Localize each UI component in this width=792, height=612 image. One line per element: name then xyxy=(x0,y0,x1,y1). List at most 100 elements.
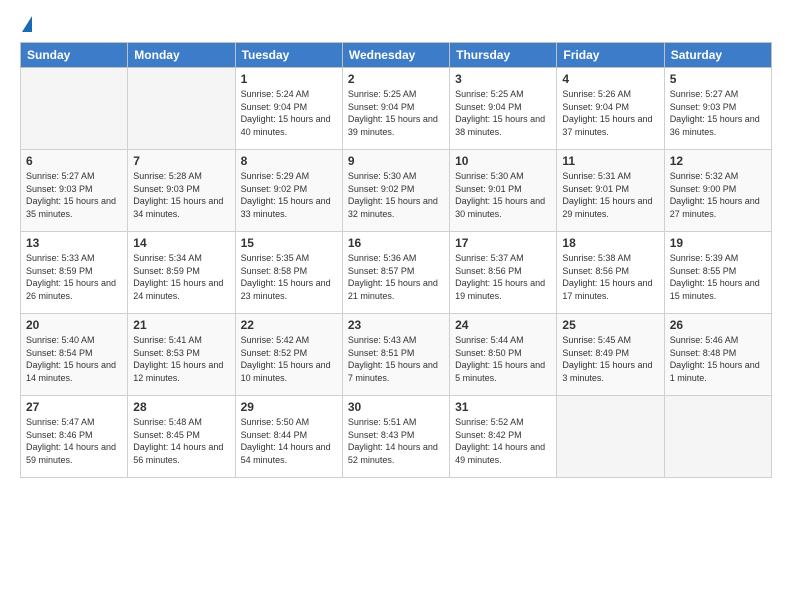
calendar-cell: 12Sunrise: 5:32 AMSunset: 9:00 PMDayligh… xyxy=(664,150,771,232)
day-number: 29 xyxy=(241,400,337,414)
page: SundayMondayTuesdayWednesdayThursdayFrid… xyxy=(0,0,792,612)
day-number: 20 xyxy=(26,318,122,332)
day-info: Sunrise: 5:25 AMSunset: 9:04 PMDaylight:… xyxy=(348,88,444,138)
day-info: Sunrise: 5:39 AMSunset: 8:55 PMDaylight:… xyxy=(670,252,766,302)
day-number: 27 xyxy=(26,400,122,414)
day-number: 31 xyxy=(455,400,551,414)
day-number: 14 xyxy=(133,236,229,250)
calendar-cell: 31 Sunrise: 5:52 AMSunset: 8:42 PMDayligh… xyxy=(450,396,557,478)
day-number: 6 xyxy=(26,154,122,168)
day-number: 24 xyxy=(455,318,551,332)
day-number: 22 xyxy=(241,318,337,332)
calendar-cell: 30 Sunrise: 5:51 AMSunset: 8:43 PMDayligh… xyxy=(342,396,449,478)
calendar-cell: 25 Sunrise: 5:45 AMSunset: 8:49 PMDayligh… xyxy=(557,314,664,396)
calendar-cell xyxy=(128,68,235,150)
calendar-cell: 8 Sunrise: 5:29 AMSunset: 9:02 PMDaylight… xyxy=(235,150,342,232)
column-header-wednesday: Wednesday xyxy=(342,43,449,68)
day-info: Sunrise: 5:43 AMSunset: 8:51 PMDaylight:… xyxy=(348,334,444,384)
calendar-cell: 9Sunrise: 5:30 AMSunset: 9:02 PMDaylight… xyxy=(342,150,449,232)
calendar-cell: 11 Sunrise: 5:31 AMSunset: 9:01 PMDayligh… xyxy=(557,150,664,232)
day-number: 3 xyxy=(455,72,551,86)
calendar-cell xyxy=(557,396,664,478)
calendar-cell: 4 Sunrise: 5:26 AMSunset: 9:04 PMDaylight… xyxy=(557,68,664,150)
calendar-cell: 7 Sunrise: 5:28 AMSunset: 9:03 PMDaylight… xyxy=(128,150,235,232)
calendar-cell: 2 Sunrise: 5:25 AMSunset: 9:04 PMDaylight… xyxy=(342,68,449,150)
calendar-cell: 15Sunrise: 5:35 AMSunset: 8:58 PMDayligh… xyxy=(235,232,342,314)
calendar-cell: 18 Sunrise: 5:38 AMSunset: 8:56 PMDayligh… xyxy=(557,232,664,314)
day-number: 1 xyxy=(241,72,337,86)
day-number: 13 xyxy=(26,236,122,250)
day-info: Sunrise: 5:27 AMSunset: 9:03 PMDaylight:… xyxy=(670,88,766,138)
calendar-cell: 16 Sunrise: 5:36 AMSunset: 8:57 PMDayligh… xyxy=(342,232,449,314)
calendar-cell: 22 Sunrise: 5:42 AMSunset: 8:52 PMDayligh… xyxy=(235,314,342,396)
day-info: Sunrise: 5:50 AMSunset: 8:44 PMDaylight:… xyxy=(241,416,337,466)
day-info: Sunrise: 5:42 AMSunset: 8:52 PMDaylight:… xyxy=(241,334,337,384)
day-info: Sunrise: 5:48 AMSunset: 8:45 PMDaylight:… xyxy=(133,416,229,466)
day-number: 19 xyxy=(670,236,766,250)
day-number: 26 xyxy=(670,318,766,332)
day-info: Sunrise: 5:25 AMSunset: 9:04 PMDaylight:… xyxy=(455,88,551,138)
day-info: Sunrise: 5:45 AMSunset: 8:49 PMDaylight:… xyxy=(562,334,658,384)
day-number: 15 xyxy=(241,236,337,250)
header xyxy=(20,16,772,34)
day-info: Sunrise: 5:37 AMSunset: 8:56 PMDaylight:… xyxy=(455,252,551,302)
day-info: Sunrise: 5:41 AMSunset: 8:53 PMDaylight:… xyxy=(133,334,229,384)
day-info: Sunrise: 5:30 AMSunset: 9:01 PMDaylight:… xyxy=(455,170,551,220)
day-number: 4 xyxy=(562,72,658,86)
day-info: Sunrise: 5:30 AMSunset: 9:02 PMDaylight:… xyxy=(348,170,444,220)
calendar-table: SundayMondayTuesdayWednesdayThursdayFrid… xyxy=(20,42,772,478)
calendar-cell: 6 Sunrise: 5:27 AMSunset: 9:03 PMDaylight… xyxy=(21,150,128,232)
calendar-cell: 17 Sunrise: 5:37 AMSunset: 8:56 PMDayligh… xyxy=(450,232,557,314)
day-number: 8 xyxy=(241,154,337,168)
calendar-cell: 14Sunrise: 5:34 AMSunset: 8:59 PMDayligh… xyxy=(128,232,235,314)
day-number: 18 xyxy=(562,236,658,250)
day-number: 21 xyxy=(133,318,229,332)
logo-triangle-icon xyxy=(22,16,32,32)
day-number: 16 xyxy=(348,236,444,250)
column-header-friday: Friday xyxy=(557,43,664,68)
calendar-cell: 19 Sunrise: 5:39 AMSunset: 8:55 PMDayligh… xyxy=(664,232,771,314)
day-number: 30 xyxy=(348,400,444,414)
day-number: 12 xyxy=(670,154,766,168)
logo xyxy=(20,16,32,34)
calendar-week-5: 27Sunrise: 5:47 AMSunset: 8:46 PMDayligh… xyxy=(21,396,772,478)
day-info: Sunrise: 5:52 AMSunset: 8:42 PMDaylight:… xyxy=(455,416,551,466)
day-info: Sunrise: 5:38 AMSunset: 8:56 PMDaylight:… xyxy=(562,252,658,302)
calendar-cell: 3 Sunrise: 5:25 AMSunset: 9:04 PMDaylight… xyxy=(450,68,557,150)
day-info: Sunrise: 5:40 AMSunset: 8:54 PMDaylight:… xyxy=(26,334,122,384)
day-info: Sunrise: 5:51 AMSunset: 8:43 PMDaylight:… xyxy=(348,416,444,466)
day-number: 7 xyxy=(133,154,229,168)
calendar-week-2: 6 Sunrise: 5:27 AMSunset: 9:03 PMDaylight… xyxy=(21,150,772,232)
calendar-cell: 23 Sunrise: 5:43 AMSunset: 8:51 PMDayligh… xyxy=(342,314,449,396)
calendar-week-4: 20 Sunrise: 5:40 AMSunset: 8:54 PMDayligh… xyxy=(21,314,772,396)
calendar-header-row: SundayMondayTuesdayWednesdayThursdayFrid… xyxy=(21,43,772,68)
day-info: Sunrise: 5:29 AMSunset: 9:02 PMDaylight:… xyxy=(241,170,337,220)
calendar-cell: 20 Sunrise: 5:40 AMSunset: 8:54 PMDayligh… xyxy=(21,314,128,396)
calendar-week-3: 13 Sunrise: 5:33 AMSunset: 8:59 PMDayligh… xyxy=(21,232,772,314)
day-info: Sunrise: 5:26 AMSunset: 9:04 PMDaylight:… xyxy=(562,88,658,138)
day-number: 2 xyxy=(348,72,444,86)
day-info: Sunrise: 5:33 AMSunset: 8:59 PMDaylight:… xyxy=(26,252,122,302)
day-number: 17 xyxy=(455,236,551,250)
column-header-thursday: Thursday xyxy=(450,43,557,68)
column-header-monday: Monday xyxy=(128,43,235,68)
day-info: Sunrise: 5:44 AMSunset: 8:50 PMDaylight:… xyxy=(455,334,551,384)
day-number: 25 xyxy=(562,318,658,332)
calendar-cell: 10 Sunrise: 5:30 AMSunset: 9:01 PMDayligh… xyxy=(450,150,557,232)
calendar-cell: 26Sunrise: 5:46 AMSunset: 8:48 PMDayligh… xyxy=(664,314,771,396)
day-number: 11 xyxy=(562,154,658,168)
day-number: 10 xyxy=(455,154,551,168)
calendar-cell: 5 Sunrise: 5:27 AMSunset: 9:03 PMDaylight… xyxy=(664,68,771,150)
column-header-tuesday: Tuesday xyxy=(235,43,342,68)
day-number: 5 xyxy=(670,72,766,86)
day-info: Sunrise: 5:27 AMSunset: 9:03 PMDaylight:… xyxy=(26,170,122,220)
day-info: Sunrise: 5:31 AMSunset: 9:01 PMDaylight:… xyxy=(562,170,658,220)
calendar-cell: 24 Sunrise: 5:44 AMSunset: 8:50 PMDayligh… xyxy=(450,314,557,396)
calendar-cell xyxy=(664,396,771,478)
day-info: Sunrise: 5:28 AMSunset: 9:03 PMDaylight:… xyxy=(133,170,229,220)
day-number: 23 xyxy=(348,318,444,332)
day-info: Sunrise: 5:24 AMSunset: 9:04 PMDaylight:… xyxy=(241,88,337,138)
day-info: Sunrise: 5:36 AMSunset: 8:57 PMDaylight:… xyxy=(348,252,444,302)
column-header-sunday: Sunday xyxy=(21,43,128,68)
calendar-cell: 21 Sunrise: 5:41 AMSunset: 8:53 PMDayligh… xyxy=(128,314,235,396)
